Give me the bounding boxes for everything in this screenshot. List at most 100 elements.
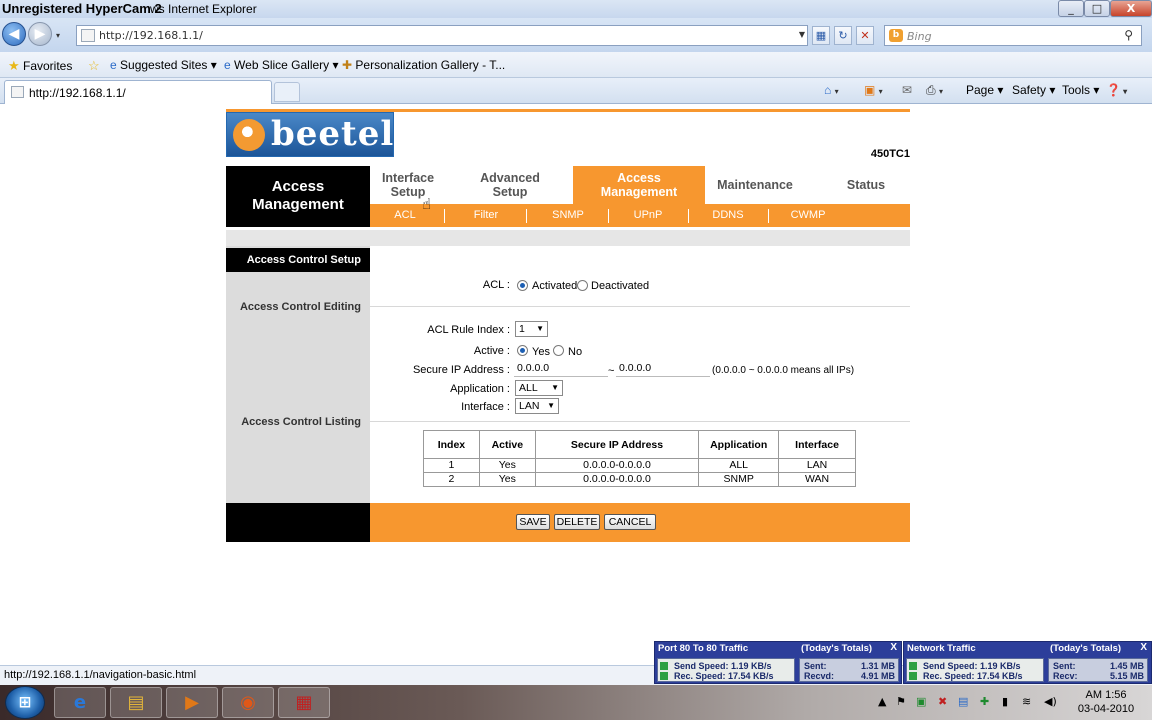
tray-app-icon[interactable]: ▣	[916, 695, 926, 708]
subtab-cwmp[interactable]: CWMP	[768, 204, 848, 227]
address-dropdown-icon[interactable]: ▼	[799, 30, 805, 39]
feeds-icon[interactable]: ▣ ▾	[864, 83, 883, 97]
taskbar-hypercam[interactable]: ▦	[278, 687, 330, 718]
add-favorite-icon[interactable]: ☆	[88, 58, 100, 74]
windows-logo-icon: ⊞	[18, 693, 32, 711]
address-bar[interactable]: http://192.168.1.1/ ▼	[76, 25, 808, 46]
web-slice-gallery-link[interactable]: e Web Slice Gallery ▾	[224, 58, 339, 72]
tab-maintenance[interactable]: Maintenance	[710, 166, 800, 204]
footer-action-bar: SAVE DELETE CANCEL	[370, 503, 910, 542]
taskbar-internet-explorer[interactable]: e	[54, 687, 106, 718]
widget-close-icon[interactable]: X	[1140, 642, 1147, 653]
send-bar	[660, 662, 668, 670]
favorites-star-icon: ★	[8, 58, 20, 73]
show-hidden-icons[interactable]: ▲	[878, 695, 886, 708]
tab-advanced-setup[interactable]: Advanced Setup	[466, 166, 554, 204]
mail-icon[interactable]: ✉	[902, 83, 912, 97]
save-button[interactable]: SAVE	[516, 514, 550, 530]
tab-status[interactable]: Status	[816, 166, 916, 204]
history-dropdown-icon[interactable]: ▾	[56, 31, 60, 40]
taskbar-app[interactable]: ◉	[222, 687, 274, 718]
side-title-line1: Access	[271, 178, 325, 195]
media-player-icon: ▶	[185, 692, 199, 713]
address-input[interactable]: http://192.168.1.1/	[99, 29, 203, 42]
tab-label: Maintenance	[717, 178, 793, 192]
favorites-label: Favorites	[23, 59, 73, 73]
home-icon[interactable]: ⌂ ▾	[824, 83, 839, 97]
chevron-down-icon: ▼	[551, 383, 559, 392]
sent-label: Sent:	[1053, 661, 1076, 671]
ip-start-input[interactable]: 0.0.0.0	[514, 361, 608, 377]
network-traffic-widget[interactable]: Network Traffic (Today's Totals) X Send …	[903, 641, 1152, 684]
taskbar-explorer[interactable]: ▤	[110, 687, 162, 718]
port-traffic-widget[interactable]: Port 80 To 80 Traffic (Today's Totals) X…	[654, 641, 902, 684]
taskbar-media-player[interactable]: ▶	[166, 687, 218, 718]
tray-close-icon[interactable]: ✖	[938, 695, 947, 708]
search-input[interactable]: Bing	[907, 30, 932, 43]
app-circle-icon: ◉	[240, 692, 256, 713]
new-tab-button[interactable]	[274, 82, 300, 102]
interface-select[interactable]: LAN ▼	[515, 398, 559, 414]
subtab-snmp[interactable]: SNMP	[528, 204, 608, 227]
safety-menu[interactable]: Safety ▾	[1012, 83, 1055, 97]
active-no-radio[interactable]	[553, 345, 564, 356]
tab-label: Advanced	[480, 171, 540, 185]
suggested-sites-link[interactable]: e Suggested Sites ▾	[110, 58, 217, 72]
action-center-icon[interactable]: ⚑	[896, 695, 906, 708]
tab-label: Setup	[390, 185, 426, 199]
personalization-gallery-link[interactable]: ✚ Personalization Gallery - T...	[342, 58, 505, 72]
help-icon[interactable]: ❓ ▾	[1106, 83, 1127, 97]
tools-menu[interactable]: Tools ▾	[1062, 83, 1099, 97]
interface-value: LAN	[519, 400, 540, 412]
address-toolbar: ◀ ▶ ▾ http://192.168.1.1/ ▼ ▦ ↻ ✕ b Bing…	[0, 18, 1152, 52]
network-icon[interactable]: ▤	[958, 695, 968, 708]
subtab-upnp[interactable]: UPnP	[608, 204, 688, 227]
maximize-button[interactable]: □	[1084, 0, 1110, 17]
chevron-down-icon: ▼	[536, 324, 544, 333]
back-button[interactable]: ◀	[2, 22, 26, 46]
compatibility-view-icon[interactable]: ▦	[812, 26, 830, 45]
power-icon[interactable]: ▮	[1002, 695, 1008, 708]
active-label: Active :	[473, 345, 510, 357]
print-icon[interactable]: ⎙ ▾	[926, 83, 943, 98]
suggested-sites-label: Suggested Sites ▾	[120, 58, 217, 72]
rule-index-value: 1	[519, 323, 525, 335]
application-select[interactable]: ALL ▼	[515, 380, 563, 396]
subtab-filter[interactable]: Filter	[446, 204, 526, 227]
tab-access-management[interactable]: Access Management	[573, 166, 705, 204]
delete-button[interactable]: DELETE	[554, 514, 600, 530]
ie-icon: e	[73, 692, 87, 713]
cell-active: Yes	[478, 458, 536, 473]
wifi-icon[interactable]: ≋	[1022, 695, 1031, 708]
volume-icon[interactable]: ◀)	[1044, 695, 1057, 708]
recv-bar	[660, 672, 668, 680]
tab-router[interactable]: http://192.168.1.1/	[4, 80, 272, 104]
refresh-icon[interactable]: ↻	[834, 26, 852, 45]
search-icon[interactable]: ⚲	[1124, 28, 1133, 42]
window-title: ws Internet Explorer	[150, 2, 257, 16]
rule-index-select[interactable]: 1 ▼	[515, 321, 548, 337]
favorites-button[interactable]: ★ Favorites	[8, 58, 72, 74]
search-box[interactable]: b Bing ⚲	[884, 25, 1142, 46]
page-menu[interactable]: Page ▾	[966, 83, 1003, 97]
acl-deactivated-radio[interactable]	[577, 280, 588, 291]
subtab-acl[interactable]: ACL	[365, 204, 445, 227]
ip-end-input[interactable]: 0.0.0.0	[616, 361, 710, 377]
subtab-ddns[interactable]: DDNS	[688, 204, 768, 227]
start-button[interactable]: ⊞	[5, 686, 45, 719]
system-clock[interactable]: AM 1:56 03-04-2010	[1076, 688, 1136, 716]
hand-cursor-icon: ☝	[422, 195, 432, 213]
tab-interface-setup[interactable]: Interface Setup	[370, 166, 446, 204]
active-yes-radio[interactable]	[517, 345, 528, 356]
widget-close-icon[interactable]: X	[890, 642, 897, 653]
stop-icon[interactable]: ✕	[856, 26, 874, 45]
cancel-button[interactable]: CANCEL	[604, 514, 656, 530]
minimize-button[interactable]: _	[1058, 0, 1084, 17]
forward-button[interactable]: ▶	[28, 22, 52, 46]
divider	[370, 306, 910, 307]
folder-icon: ▤	[127, 692, 145, 713]
acl-activated-radio[interactable]	[517, 280, 528, 291]
close-button[interactable]: X	[1110, 0, 1152, 17]
tray-green-icon[interactable]: ✚	[980, 695, 989, 708]
cell-application: SNMP	[698, 472, 780, 487]
